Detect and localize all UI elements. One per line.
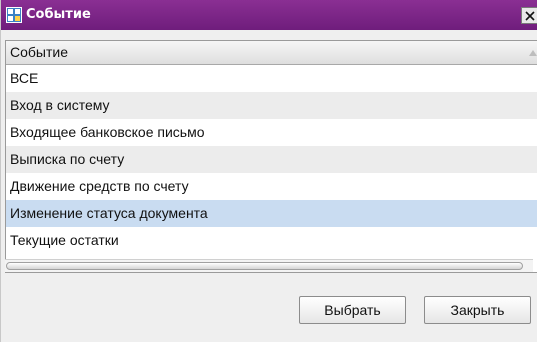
row-label: ВСЕ bbox=[10, 70, 39, 86]
horizontal-scrollbar[interactable] bbox=[5, 259, 533, 272]
row-label: Изменение статуса документа bbox=[10, 205, 208, 221]
table-rows: ВСЕ Вход в систему Входящее банковское п… bbox=[6, 65, 537, 254]
select-button[interactable]: Выбрать bbox=[299, 296, 406, 324]
app-window-icon bbox=[6, 7, 22, 23]
event-table[interactable]: Событие ВСЕ Вход в систему Входящее банк… bbox=[5, 40, 537, 273]
event-dialog: Событие Событие ВСЕ Вход в систему Входя… bbox=[0, 0, 537, 342]
column-header-event[interactable]: Событие bbox=[6, 41, 537, 65]
close-button[interactable]: Закрыть bbox=[424, 296, 531, 324]
row-label: Движение средств по счету bbox=[10, 178, 189, 194]
column-header-label: Событие bbox=[10, 44, 68, 60]
title-bar[interactable]: Событие bbox=[1, 0, 537, 30]
row-label: Входящее банковское письмо bbox=[10, 124, 205, 140]
table-row-selected[interactable]: Изменение статуса документа bbox=[6, 200, 537, 227]
close-icon bbox=[525, 11, 535, 21]
table-row[interactable]: Текущие остатки bbox=[6, 227, 537, 254]
table-row[interactable]: Вход в систему bbox=[6, 92, 537, 119]
table-row[interactable]: Выписка по счету bbox=[6, 146, 537, 173]
sort-ascending-icon bbox=[529, 50, 537, 56]
table-row[interactable]: ВСЕ bbox=[6, 65, 537, 92]
scrollbar-thumb[interactable] bbox=[6, 262, 523, 270]
row-label: Текущие остатки bbox=[10, 232, 119, 248]
table-row[interactable]: Движение средств по счету bbox=[6, 173, 537, 200]
table-row[interactable]: Входящее банковское письмо bbox=[6, 119, 537, 146]
row-label: Вход в систему bbox=[10, 97, 110, 113]
window-title: Событие bbox=[26, 7, 91, 22]
close-window-button[interactable] bbox=[521, 7, 537, 24]
row-label: Выписка по счету bbox=[10, 151, 125, 167]
